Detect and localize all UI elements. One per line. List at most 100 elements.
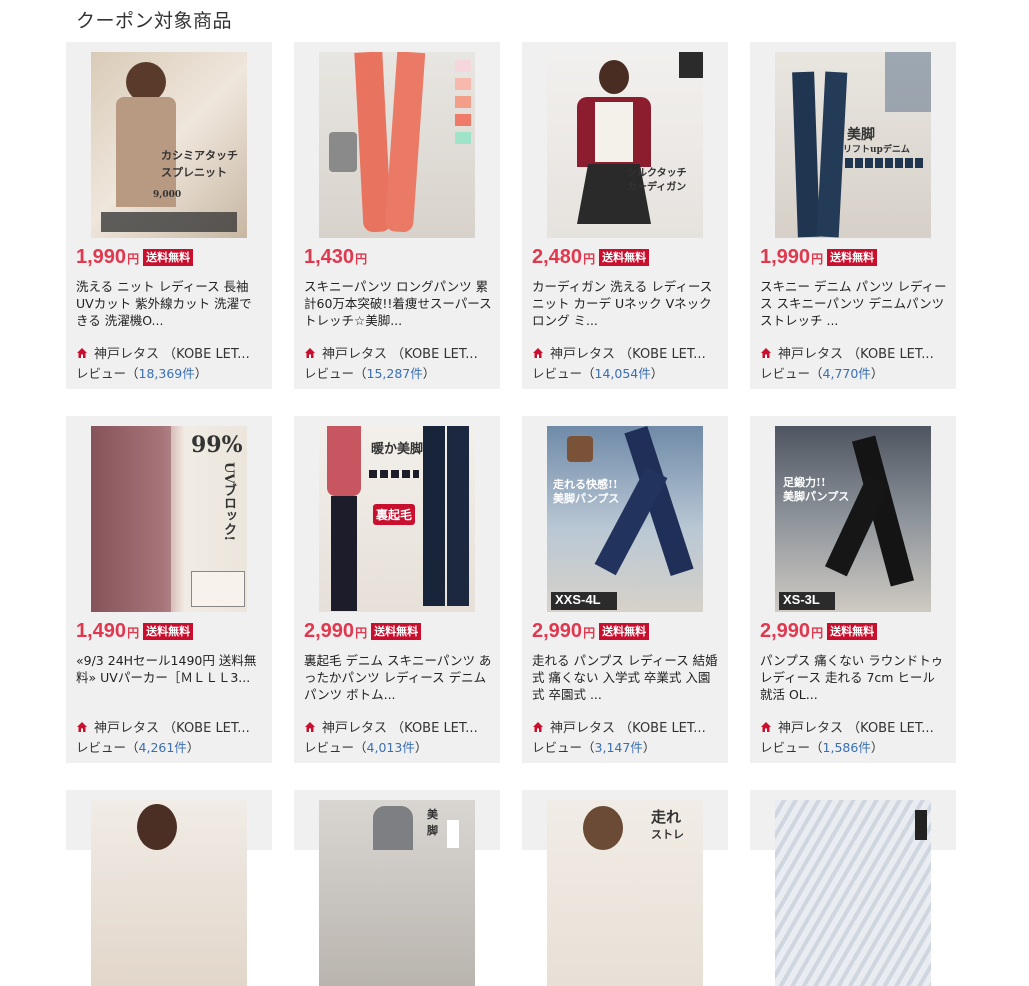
image-caption: 美脚パンプス <box>783 490 850 503</box>
product-card[interactable]: 走れ ストレ <box>522 790 728 986</box>
image-caption: UVブロック! <box>221 462 236 542</box>
section-title: クーポン対象商品 <box>76 10 233 32</box>
shop-home-icon <box>533 347 543 358</box>
shop-link[interactable]: 神戸レタス （KOBE LET... <box>76 343 250 362</box>
free-shipping-badge: 送料無料 <box>827 249 878 266</box>
shop-link[interactable]: 神戸レタス （KOBE LET... <box>76 717 250 736</box>
product-image[interactable]: 走れる快感!! 美脚パンプス XXS-4L <box>547 426 703 612</box>
shop-link[interactable]: 神戸レタス （KOBE LET... <box>760 343 934 362</box>
product-card[interactable]: シルクタッチ カーディガン 2,480円 送料無料 カーディガン 洗える レディ… <box>522 42 728 389</box>
product-card[interactable]: 足鍛力!! 美脚パンプス XS-3L 2,990円 送料無料 パンプス 痛くない… <box>750 416 956 763</box>
review-count[interactable]: 3,147件 <box>595 740 643 755</box>
review-link[interactable]: レビュー（1,586件） <box>760 737 883 756</box>
image-caption: ストレ <box>651 828 684 841</box>
product-card[interactable]: 走れる快感!! 美脚パンプス XXS-4L 2,990円 送料無料 走れる パン… <box>522 416 728 763</box>
product-card[interactable] <box>66 790 272 986</box>
shop-home-icon <box>77 721 87 732</box>
review-count[interactable]: 14,054件 <box>595 366 651 381</box>
shop-name: 神戸レタス （KOBE LET... <box>550 347 706 362</box>
product-image[interactable]: カシミアタッチ スプレニット 9,000 <box>91 52 247 238</box>
product-card[interactable]: 1,430円 スキニーパンツ ロングパンツ 累計60万本突破!!着痩せスーパース… <box>294 42 500 389</box>
review-count[interactable]: 18,369件 <box>139 366 195 381</box>
review-count[interactable]: 4,770件 <box>823 366 871 381</box>
image-caption: 裏起毛 <box>373 504 416 525</box>
product-image[interactable]: 暖か美脚 裏起毛 <box>319 426 475 612</box>
shop-link[interactable]: 神戸レタス （KOBE LET... <box>760 717 934 736</box>
price-row: 2,480円 送料無料 <box>532 246 650 269</box>
product-image[interactable] <box>775 800 931 986</box>
shop-name: 神戸レタス （KOBE LET... <box>322 347 478 362</box>
product-card[interactable]: カシミアタッチ スプレニット 9,000 1,990円 送料無料 洗える ニット… <box>66 42 272 389</box>
price-row: 1,990円 送料無料 <box>76 246 194 269</box>
review-link[interactable]: レビュー（14,054件） <box>532 363 663 382</box>
image-caption: XS-3L <box>783 592 820 607</box>
image-caption: スプレニット <box>161 166 227 179</box>
review-link[interactable]: レビュー（15,287件） <box>304 363 435 382</box>
review-link[interactable]: レビュー（18,369件） <box>76 363 207 382</box>
image-caption: 暖か美脚 <box>371 442 424 457</box>
product-card[interactable]: 美 脚 <box>294 790 500 986</box>
image-caption: 走れ <box>651 808 682 826</box>
product-image[interactable]: 99% UVブロック! <box>91 426 247 612</box>
shop-name: 神戸レタス （KOBE LET... <box>94 721 250 736</box>
product-name-link[interactable]: «9/3 24Hセール1490円 送料無料» UVパーカー［ＭＬＬＬ3... <box>76 652 264 704</box>
product-card[interactable]: 99% UVブロック! 1,490円 送料無料 «9/3 24Hセール1490円… <box>66 416 272 763</box>
product-name-link[interactable]: カーディガン 洗える レディース ニット カーデ Uネック Vネック ロング ミ… <box>532 278 720 330</box>
price: 1,990円 <box>76 246 140 268</box>
product-image[interactable]: 足鍛力!! 美脚パンプス XS-3L <box>775 426 931 612</box>
image-caption: カーディガン <box>627 182 687 193</box>
image-caption: 脚 <box>427 824 438 837</box>
free-shipping-badge: 送料無料 <box>143 249 194 266</box>
price-row: 2,990円 送料無料 <box>532 620 650 643</box>
review-link[interactable]: レビュー（3,147件） <box>532 737 655 756</box>
shop-link[interactable]: 神戸レタス （KOBE LET... <box>304 717 478 736</box>
free-shipping-badge: 送料無料 <box>827 623 878 640</box>
review-count[interactable]: 15,287件 <box>367 366 423 381</box>
product-image[interactable]: 美 脚 <box>319 800 475 986</box>
product-name-link[interactable]: 裏起毛 デニム スキニーパンツ あったかパンツ レディース デニムパンツ ボトム… <box>304 652 492 704</box>
product-card[interactable]: 暖か美脚 裏起毛 2,990円 送料無料 裏起毛 デニム スキニーパンツ あった… <box>294 416 500 763</box>
product-name-link[interactable]: 走れる パンプス レディース 結婚式 痛くない 入学式 卒業式 入園式 卒園式 … <box>532 652 720 704</box>
image-caption: XXS-4L <box>555 592 601 607</box>
product-name-link[interactable]: スキニー デニム パンツ レディース スキニーパンツ デニムパンツ ストレッチ … <box>760 278 948 330</box>
image-caption: 美脚パンプス <box>553 492 620 505</box>
product-image[interactable]: 美脚 リフトupデニム <box>775 52 931 238</box>
image-caption: リフトupデニム <box>843 145 910 155</box>
price-row: 1,490円 送料無料 <box>76 620 194 643</box>
product-image[interactable]: 走れ ストレ <box>547 800 703 986</box>
shop-home-icon <box>533 721 543 732</box>
product-image[interactable] <box>91 800 247 986</box>
image-caption: 美 <box>427 808 438 821</box>
product-name-link[interactable]: 洗える ニット レディース 長袖 UVカット 紫外線カット 洗濯できる 洗濯機O… <box>76 278 264 330</box>
image-caption: 9,000 <box>153 190 182 200</box>
price: 1,990円 <box>760 246 824 268</box>
review-link[interactable]: レビュー（4,013件） <box>304 737 427 756</box>
price-row: 2,990円 送料無料 <box>304 620 422 643</box>
product-grid: カシミアタッチ スプレニット 9,000 1,990円 送料無料 洗える ニット… <box>66 42 956 986</box>
price-row: 1,430円 <box>304 246 367 269</box>
free-shipping-badge: 送料無料 <box>371 623 422 640</box>
review-count[interactable]: 4,013件 <box>367 740 415 755</box>
product-image[interactable] <box>319 52 475 238</box>
product-card[interactable] <box>750 790 956 986</box>
shop-name: 神戸レタス （KOBE LET... <box>94 347 250 362</box>
price: 2,990円 <box>304 620 368 642</box>
price-row: 1,990円 送料無料 <box>760 246 878 269</box>
review-count[interactable]: 1,586件 <box>823 740 871 755</box>
image-caption: 99% <box>191 432 243 458</box>
product-name-link[interactable]: パンプス 痛くない ラウンドトゥ レディース 走れる 7cm ヒール 就活 OL… <box>760 652 948 704</box>
shop-link[interactable]: 神戸レタス （KOBE LET... <box>304 343 478 362</box>
shop-name: 神戸レタス （KOBE LET... <box>322 721 478 736</box>
review-count[interactable]: 4,261件 <box>139 740 187 755</box>
price: 2,990円 <box>532 620 596 642</box>
shop-link[interactable]: 神戸レタス （KOBE LET... <box>532 717 706 736</box>
review-link[interactable]: レビュー（4,261件） <box>76 737 199 756</box>
product-card[interactable]: 美脚 リフトupデニム 1,990円 送料無料 スキニー デニム パンツ レディ… <box>750 42 956 389</box>
product-name-link[interactable]: スキニーパンツ ロングパンツ 累計60万本突破!!着痩せスーパーストレッチ☆美脚… <box>304 278 492 330</box>
review-link[interactable]: レビュー（4,770件） <box>760 363 883 382</box>
image-caption: シルクタッチ <box>627 168 687 179</box>
shop-name: 神戸レタス （KOBE LET... <box>550 721 706 736</box>
shop-link[interactable]: 神戸レタス （KOBE LET... <box>532 343 706 362</box>
free-shipping-badge: 送料無料 <box>599 249 650 266</box>
product-image[interactable]: シルクタッチ カーディガン <box>547 52 703 238</box>
